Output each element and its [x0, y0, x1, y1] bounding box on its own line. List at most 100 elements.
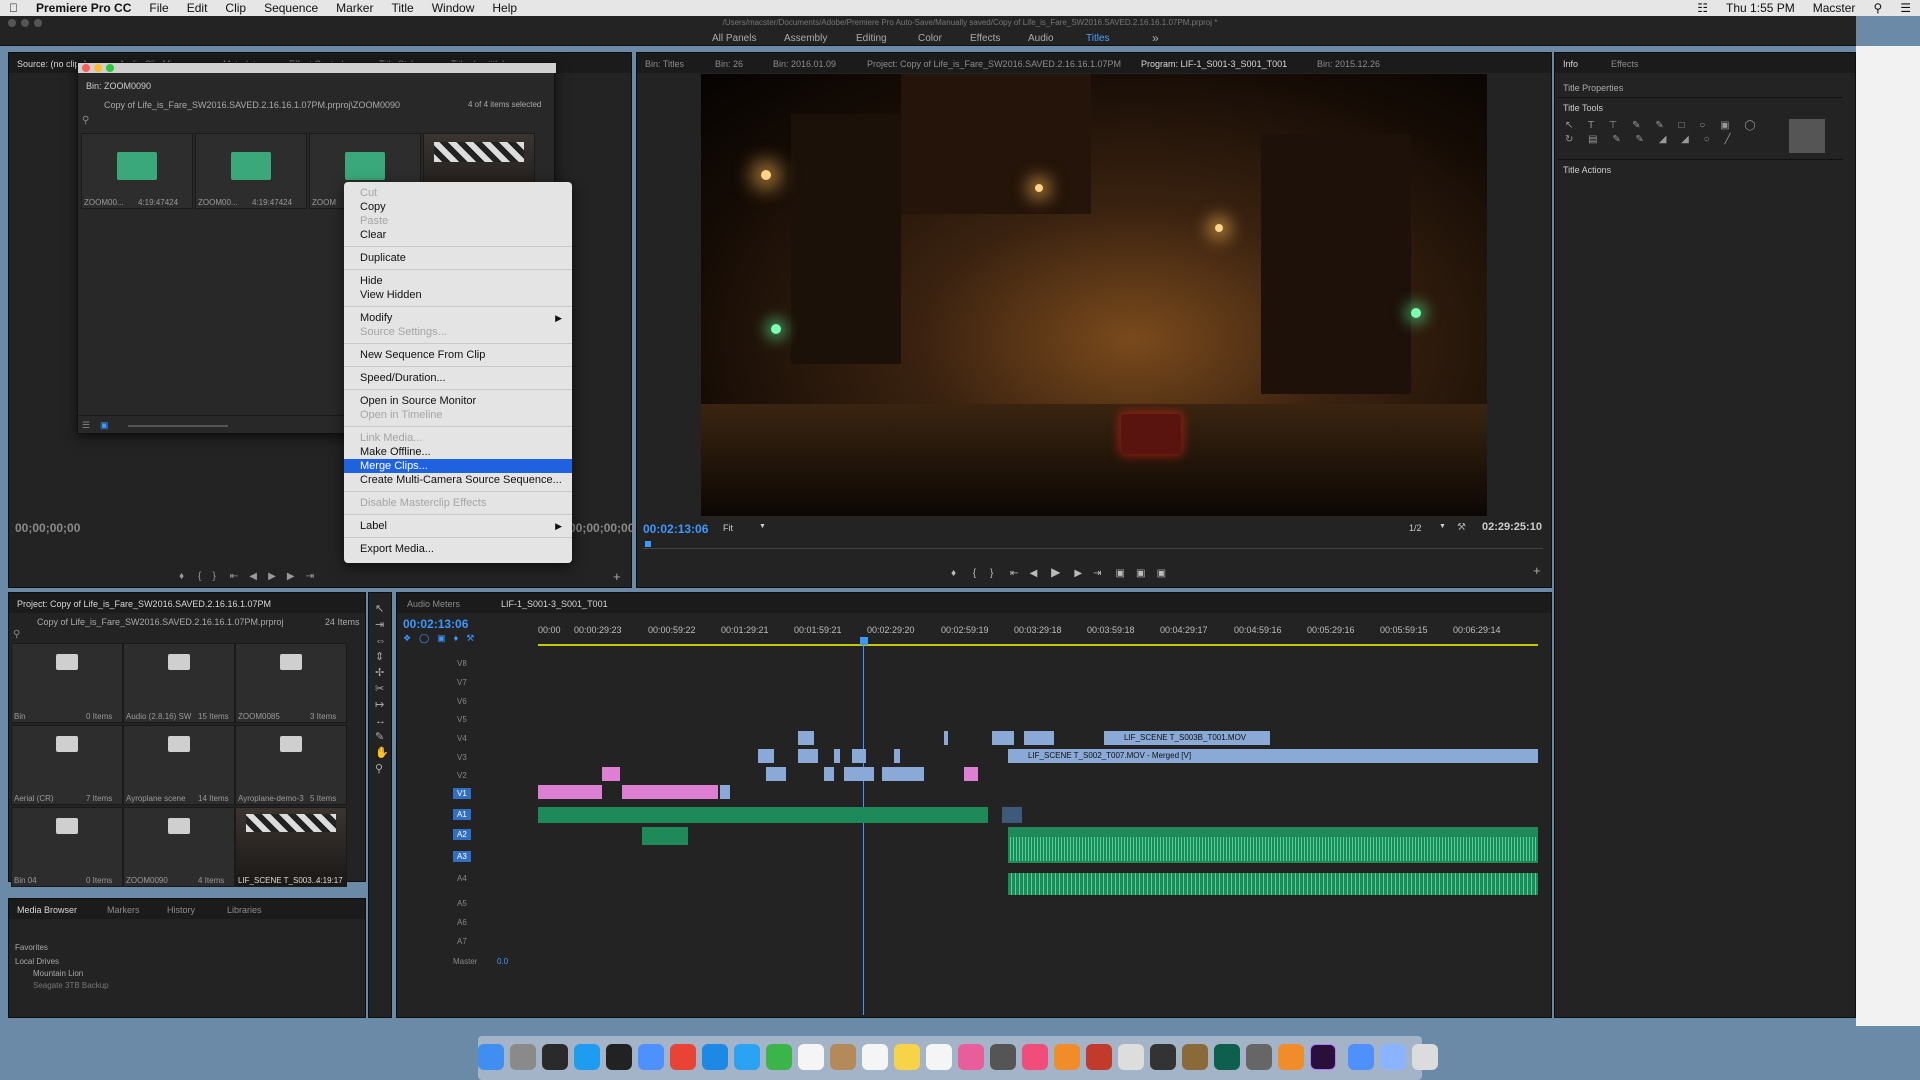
- mark-out-icon[interactable]: }: [990, 568, 993, 579]
- wifi-icon[interactable]: ☷: [1688, 1, 1717, 15]
- track-a5[interactable]: A5: [457, 899, 467, 908]
- project-item[interactable]: Aerial (CR) 7 Items: [11, 725, 123, 805]
- tab-libraries[interactable]: Libraries: [227, 905, 262, 915]
- step-back-icon[interactable]: ◀: [1030, 568, 1038, 579]
- clock[interactable]: Thu 1:55 PM: [1717, 1, 1804, 15]
- playhead-marker[interactable]: [645, 541, 651, 547]
- bin-item[interactable]: ZOOM00... 4:19:47424: [81, 133, 193, 209]
- tree-seagate[interactable]: Seagate 3TB Backup: [33, 981, 109, 990]
- tab-sequence[interactable]: LIF-1_S001-3_S001_T001: [501, 599, 608, 609]
- workspace-color[interactable]: Color: [918, 33, 942, 44]
- tab-bin-2016-01-09[interactable]: Bin: 2016.01.09: [773, 59, 836, 69]
- ibooks-icon[interactable]: [1054, 1044, 1080, 1070]
- menu-item-modify[interactable]: Modify: [360, 312, 392, 324]
- tab-project[interactable]: Project: Copy of Life_is_Fare_SW2016.SAV…: [17, 599, 271, 609]
- resolution-select[interactable]: 1/2: [1409, 523, 1422, 533]
- project-item[interactable]: Bin 0 Items: [11, 643, 123, 723]
- step-forward-icon[interactable]: ▶: [1074, 568, 1082, 579]
- extract-icon[interactable]: ▣: [1136, 568, 1145, 579]
- photo-booth-icon[interactable]: [990, 1044, 1016, 1070]
- track-a4[interactable]: A4: [457, 874, 467, 883]
- tab-bin-titles[interactable]: Bin: Titles: [645, 59, 684, 69]
- downloads-folder-icon[interactable]: [1380, 1044, 1406, 1070]
- calendar-icon[interactable]: [798, 1044, 824, 1070]
- app-store-icon[interactable]: [574, 1044, 600, 1070]
- project-item[interactable]: Ayroplane-demo-3 5 Items: [235, 725, 347, 805]
- mark-out-icon[interactable]: }: [212, 571, 215, 582]
- menu-window[interactable]: Window: [423, 1, 484, 15]
- pink-clip[interactable]: [602, 767, 620, 781]
- tab-history[interactable]: History: [167, 905, 195, 915]
- workspace-assembly[interactable]: Assembly: [784, 33, 827, 44]
- chevron-down-icon[interactable]: ▼: [759, 523, 766, 530]
- go-to-in-icon[interactable]: ⇤: [1010, 568, 1018, 579]
- video-clip-s003b[interactable]: LIF_SCENE T_S003B_T001.MOV: [1104, 731, 1270, 745]
- track-a2[interactable]: A2: [453, 829, 471, 840]
- track-a3[interactable]: A3: [453, 851, 471, 862]
- notification-icon[interactable]: ☰: [1891, 1, 1920, 15]
- imovie-icon[interactable]: [1150, 1044, 1176, 1070]
- itunes-icon[interactable]: [1022, 1044, 1048, 1070]
- menu-item-duplicate[interactable]: Duplicate: [360, 252, 406, 264]
- tracks-area[interactable]: LIF_SCENE T_S003B_T001.MOV LIF_SCENE T_S…: [538, 657, 1538, 1017]
- step-back-icon[interactable]: ◀: [249, 571, 257, 582]
- minimize-icon[interactable]: [94, 64, 102, 72]
- stickies-icon[interactable]: [894, 1044, 920, 1070]
- search-icon[interactable]: ⚲: [13, 629, 20, 640]
- more-workspaces-icon[interactable]: »: [1152, 31, 1159, 45]
- mission-control-icon[interactable]: [542, 1044, 568, 1070]
- tree-local-drives[interactable]: Local Drives: [15, 957, 59, 966]
- pink-clip[interactable]: [538, 785, 602, 799]
- wrench-icon[interactable]: ⚒: [1457, 522, 1466, 533]
- trash-icon[interactable]: [1412, 1044, 1438, 1070]
- search-icon[interactable]: ⚲: [82, 115, 89, 126]
- add-marker-icon[interactable]: ♦: [179, 571, 184, 582]
- video-clip[interactable]: [852, 749, 866, 763]
- notes-icon[interactable]: [862, 1044, 888, 1070]
- work-area-bar[interactable]: [538, 644, 1538, 646]
- time-machine-icon[interactable]: [1214, 1044, 1240, 1070]
- audio-clip[interactable]: [642, 827, 688, 845]
- bin-item[interactable]: ZOOM00... 4:19:47424: [195, 133, 307, 209]
- spotlight-icon[interactable]: ⚲: [1864, 1, 1891, 15]
- video-clip[interactable]: [798, 749, 818, 763]
- menu-item-create-multicam[interactable]: Create Multi-Camera Source Sequence...: [360, 474, 562, 486]
- disk-utility-icon[interactable]: [1118, 1044, 1144, 1070]
- track-a1[interactable]: A1: [453, 809, 471, 820]
- video-clip[interactable]: [798, 731, 814, 745]
- track-v8[interactable]: V8: [457, 659, 467, 668]
- project-item[interactable]: Bin 04 0 Items: [11, 807, 123, 887]
- tools-stack[interactable]: ↖ ⇥ ⇔ ⇕ ✢ ✂ ↦ ↔ ✎ ✋ ⚲: [375, 601, 389, 777]
- menu-title[interactable]: Title: [382, 1, 422, 15]
- reminders-icon[interactable]: [926, 1044, 952, 1070]
- title-tools-grid[interactable]: ↖ T ⊤ ✎ ✎ □ ○ ▣ ◯ ↻ ▤ ✎ ✎ ◢ ◢ ○ ╱: [1565, 119, 1765, 149]
- launchpad-icon[interactable]: [510, 1044, 536, 1070]
- track-v2[interactable]: V2: [457, 771, 467, 780]
- timeline-timecode[interactable]: 00:02:13:06: [403, 617, 468, 631]
- tab-markers[interactable]: Markers: [107, 905, 140, 915]
- workspace-audio[interactable]: Audio: [1028, 33, 1054, 44]
- track-a7[interactable]: A7: [457, 937, 467, 946]
- project-item[interactable]: Audio (2.8.16) SW 15 Items: [123, 643, 235, 723]
- premiere-pro-icon[interactable]: [1310, 1044, 1336, 1070]
- close-icon[interactable]: [82, 64, 90, 72]
- tab-info[interactable]: Info: [1563, 59, 1578, 69]
- zoom-icon[interactable]: [106, 64, 114, 72]
- workspace-all-panels[interactable]: All Panels: [712, 33, 756, 44]
- project-item-video[interactable]: LIF_SCENE T_S003... 4:19:17: [235, 807, 347, 887]
- menu-item-view-hidden[interactable]: View Hidden: [360, 289, 422, 301]
- apple-icon[interactable]: : [0, 1, 27, 15]
- playhead-handle[interactable]: [860, 637, 868, 645]
- track-v1[interactable]: V1: [453, 788, 471, 799]
- tab-audio-meters[interactable]: Audio Meters: [407, 599, 460, 609]
- menu-file[interactable]: File: [140, 1, 177, 15]
- menu-item-label[interactable]: Label: [360, 520, 387, 532]
- program-timecode[interactable]: 00:02:13:06: [643, 522, 708, 536]
- track-v5[interactable]: V5: [457, 715, 467, 724]
- menu-edit[interactable]: Edit: [178, 1, 217, 15]
- preview-icon[interactable]: [638, 1044, 664, 1070]
- workspace-titles[interactable]: Titles: [1086, 33, 1110, 44]
- workspace-effects[interactable]: Effects: [970, 33, 1000, 44]
- play-icon[interactable]: ▶: [268, 571, 276, 582]
- project-item[interactable]: ZOOM0090 4 Items: [123, 807, 235, 887]
